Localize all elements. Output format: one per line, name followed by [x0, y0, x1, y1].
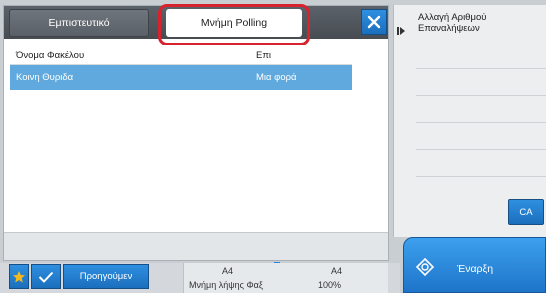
fax-receive-memory-label: Μνήμη λήψης Φαξ	[189, 280, 263, 290]
close-icon	[367, 15, 381, 29]
dialog-footer	[4, 232, 388, 260]
ca-button[interactable]: CA	[508, 199, 544, 225]
times-cell: Μια φορά	[256, 72, 297, 83]
star-icon	[13, 270, 25, 282]
start-label: Έναρξη	[457, 263, 494, 275]
column-header-times: Επι	[256, 50, 272, 61]
list-row[interactable]: Κοινη Θυριδα Μια φορά	[10, 65, 352, 90]
paper-size-left: A4	[222, 266, 234, 276]
right-panel-slot	[416, 96, 546, 123]
column-header-folder-name: Όνομα Φακέλου	[16, 50, 85, 61]
tab-trusted[interactable]: Εμπιστευτικό	[9, 9, 149, 37]
close-button[interactable]	[361, 9, 387, 35]
right-panel-slot	[416, 123, 546, 150]
list-header: Όνομα Φακέλου Επι	[10, 45, 352, 65]
checkmark-icon	[38, 271, 54, 283]
check-button[interactable]	[31, 264, 61, 289]
start-button[interactable]: Έναρξη	[403, 237, 546, 293]
folder-list: Όνομα Φακέλου Επι Κοινη Θυριδα Μια φορά	[10, 45, 352, 90]
favorite-button[interactable]	[9, 264, 29, 289]
status-area: A4 A4 Μνήμη λήψης Φαξ 100%	[183, 263, 388, 293]
screen: Εμπιστευτικό Μνήμη Polling Όνομα Φακέλου…	[0, 0, 546, 293]
polling-memory-dialog: Εμπιστευτικό Μνήμη Polling Όνομα Φακέλου…	[3, 4, 389, 261]
right-panel-slot	[416, 150, 546, 177]
tab-highlight-frame	[158, 4, 310, 46]
right-panel-slot	[416, 42, 546, 69]
right-panel-slot	[416, 69, 546, 96]
start-diamond-icon	[416, 258, 434, 276]
folder-name-cell: Κοινη Θυριδα	[16, 72, 74, 83]
previous-button[interactable]: Προηγούμεν	[63, 264, 149, 289]
memory-percent: 100%	[318, 280, 342, 290]
expand-arrow-icon[interactable]	[400, 27, 405, 35]
paper-size-right: A4	[331, 266, 343, 276]
expand-icon-bar	[397, 27, 399, 35]
change-repeat-count-label[interactable]: Αλλαγή Αριθμού Επαναλήψεων	[418, 12, 538, 34]
